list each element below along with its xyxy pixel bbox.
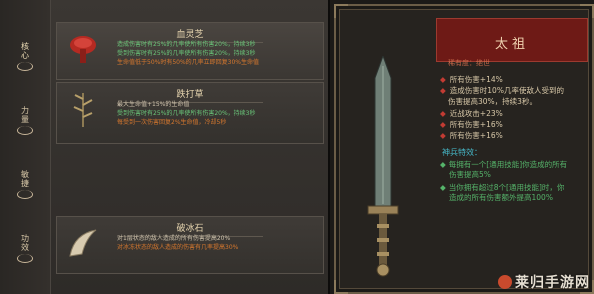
- trinket-card-pobing-stone[interactable]: 破冰石 对1层状态的敌人造成的所有伤害提高20% 对冰冻状态的敌人造成的伤害有几…: [56, 216, 324, 274]
- special-text: 当你拥有超过8个[通用技能]时，你: [448, 183, 565, 192]
- special-effect-line: ◆ 每拥有一个[通用技能]你造成的所有: [440, 160, 567, 170]
- tab-core[interactable]: 核心: [8, 30, 42, 82]
- trinket-effect-line: 受到伤害时有25%的几率使所有伤害20%，持续3秒: [117, 50, 256, 57]
- special-effect-line: 伤害提高5%: [449, 170, 491, 180]
- horn-stone-icon: [63, 223, 103, 263]
- stat-text: 造成伤害时10%几率使敌人受到的: [449, 86, 564, 95]
- green-diamond-icon: ◆: [440, 183, 446, 192]
- red-diamond-icon: ◆: [440, 120, 446, 129]
- weapon-rarity: 稀有度：绝世: [448, 59, 490, 67]
- weapon-stat-continued: 伤害提高30%，持续3秒。: [448, 96, 537, 107]
- weapon-stat: ◆ 所有伤害+14%: [440, 74, 503, 85]
- trinket-effect-line: 受到伤害时有25%的几率使所有伤害20%，持续3秒: [117, 110, 256, 117]
- trinket-effect-line: 对1层状态的敌人造成的所有伤害提高20%: [117, 235, 231, 242]
- site-watermark: 莱归手游网: [498, 272, 590, 292]
- red-diamond-icon: ◆: [440, 86, 446, 95]
- tab-label: 力量: [20, 105, 30, 124]
- tab-effect[interactable]: 功效: [8, 222, 42, 274]
- red-diamond-icon: ◆: [440, 109, 446, 118]
- stat-text: 近战攻击+23%: [449, 109, 503, 118]
- category-tab-column: 核心 力量 敏捷 功效: [0, 0, 51, 294]
- trinket-effect-line: 生命值低于50%时有50%的几率立即回复30%生命值: [117, 59, 260, 66]
- hook-mark-icon: [17, 253, 33, 263]
- hook-mark-icon: [17, 61, 33, 71]
- special-effect-line: 造成的所有伤害额外提高100%: [449, 193, 553, 203]
- stat-text: 所有伤害+16%: [449, 131, 503, 140]
- green-diamond-icon: ◆: [440, 160, 446, 169]
- tab-label: 功效: [20, 233, 30, 252]
- watermark-logo-icon: [498, 275, 512, 289]
- tab-label: 敏捷: [20, 169, 30, 188]
- special-text: 造成的所有伤害额外提高100%: [449, 193, 553, 202]
- tab-strength[interactable]: 力量: [8, 94, 42, 146]
- red-mushroom-icon: [63, 29, 103, 69]
- tab-label: 核心: [20, 41, 30, 60]
- stat-text: 所有伤害+16%: [449, 120, 503, 129]
- stat-text: 伤害提高30%，持续3秒。: [448, 97, 537, 106]
- weapon-stat: ◆ 造成伤害时10%几率使敌人受到的: [440, 85, 564, 96]
- weapon-stat: ◆ 所有伤害+16%: [440, 119, 503, 130]
- trinket-card-blood-lingzhi[interactable]: 血灵芝 造成伤害时有25%的几率使所有伤害20%，持续3秒 受到伤害时有25%的…: [56, 22, 324, 80]
- weapon-stat: ◆ 近战攻击+23%: [440, 108, 503, 119]
- trinket-card-dieda-herb[interactable]: 跌打草 最大生命值+15%的生命值 受到伤害时有25%的几率使所有伤害20%，持…: [56, 82, 324, 144]
- frame-corner: [334, 280, 348, 294]
- weapon-stat: ◆ 所有伤害+16%: [440, 130, 503, 141]
- frame-corner: [580, 4, 594, 18]
- weapon-name: 太祖: [494, 37, 529, 52]
- trinket-effect-line: 对冰冻状态的敌人造成的伤害有几率提高30%: [117, 244, 239, 251]
- trinket-effect-line: 每受到一次伤害回复2%生命值，冷却5秒: [117, 119, 227, 126]
- trinket-list-panel: 核心 力量 敏捷 功效 血灵芝 造成伤害时有25%的几率使所有伤害20%，持续3…: [0, 0, 330, 294]
- sword-icon: [358, 54, 408, 278]
- red-diamond-icon: ◆: [440, 75, 446, 84]
- tab-agility[interactable]: 敏捷: [8, 158, 42, 210]
- frame-corner: [334, 4, 348, 18]
- watermark-text: 莱归手游网: [515, 275, 590, 291]
- weapon-title-box: 太祖: [436, 18, 588, 62]
- special-effect-line: ◆ 当你拥有超过8个[通用技能]时，你: [440, 183, 564, 193]
- trinket-effect-line: 最大生命值+15%的生命值: [117, 101, 190, 108]
- stat-text: 所有伤害+14%: [449, 75, 503, 84]
- trinket-effect-line: 造成伤害时有25%的几率使所有伤害20%，持续3秒: [117, 41, 256, 48]
- special-text: 伤害提高5%: [449, 170, 491, 179]
- herb-sprig-icon: [63, 89, 103, 129]
- special-effect-header: 神兵特效：: [442, 148, 482, 157]
- red-diamond-icon: ◆: [440, 131, 446, 140]
- hook-mark-icon: [17, 189, 33, 199]
- hook-mark-icon: [17, 125, 33, 135]
- weapon-detail-panel: 太祖 稀有度：绝世 ◆ 所有伤害+14% ◆ 造成伤害时10%几率使敌人受到的 伤害…: [334, 4, 594, 294]
- special-text: 每拥有一个[通用技能]你造成的所有: [448, 160, 568, 169]
